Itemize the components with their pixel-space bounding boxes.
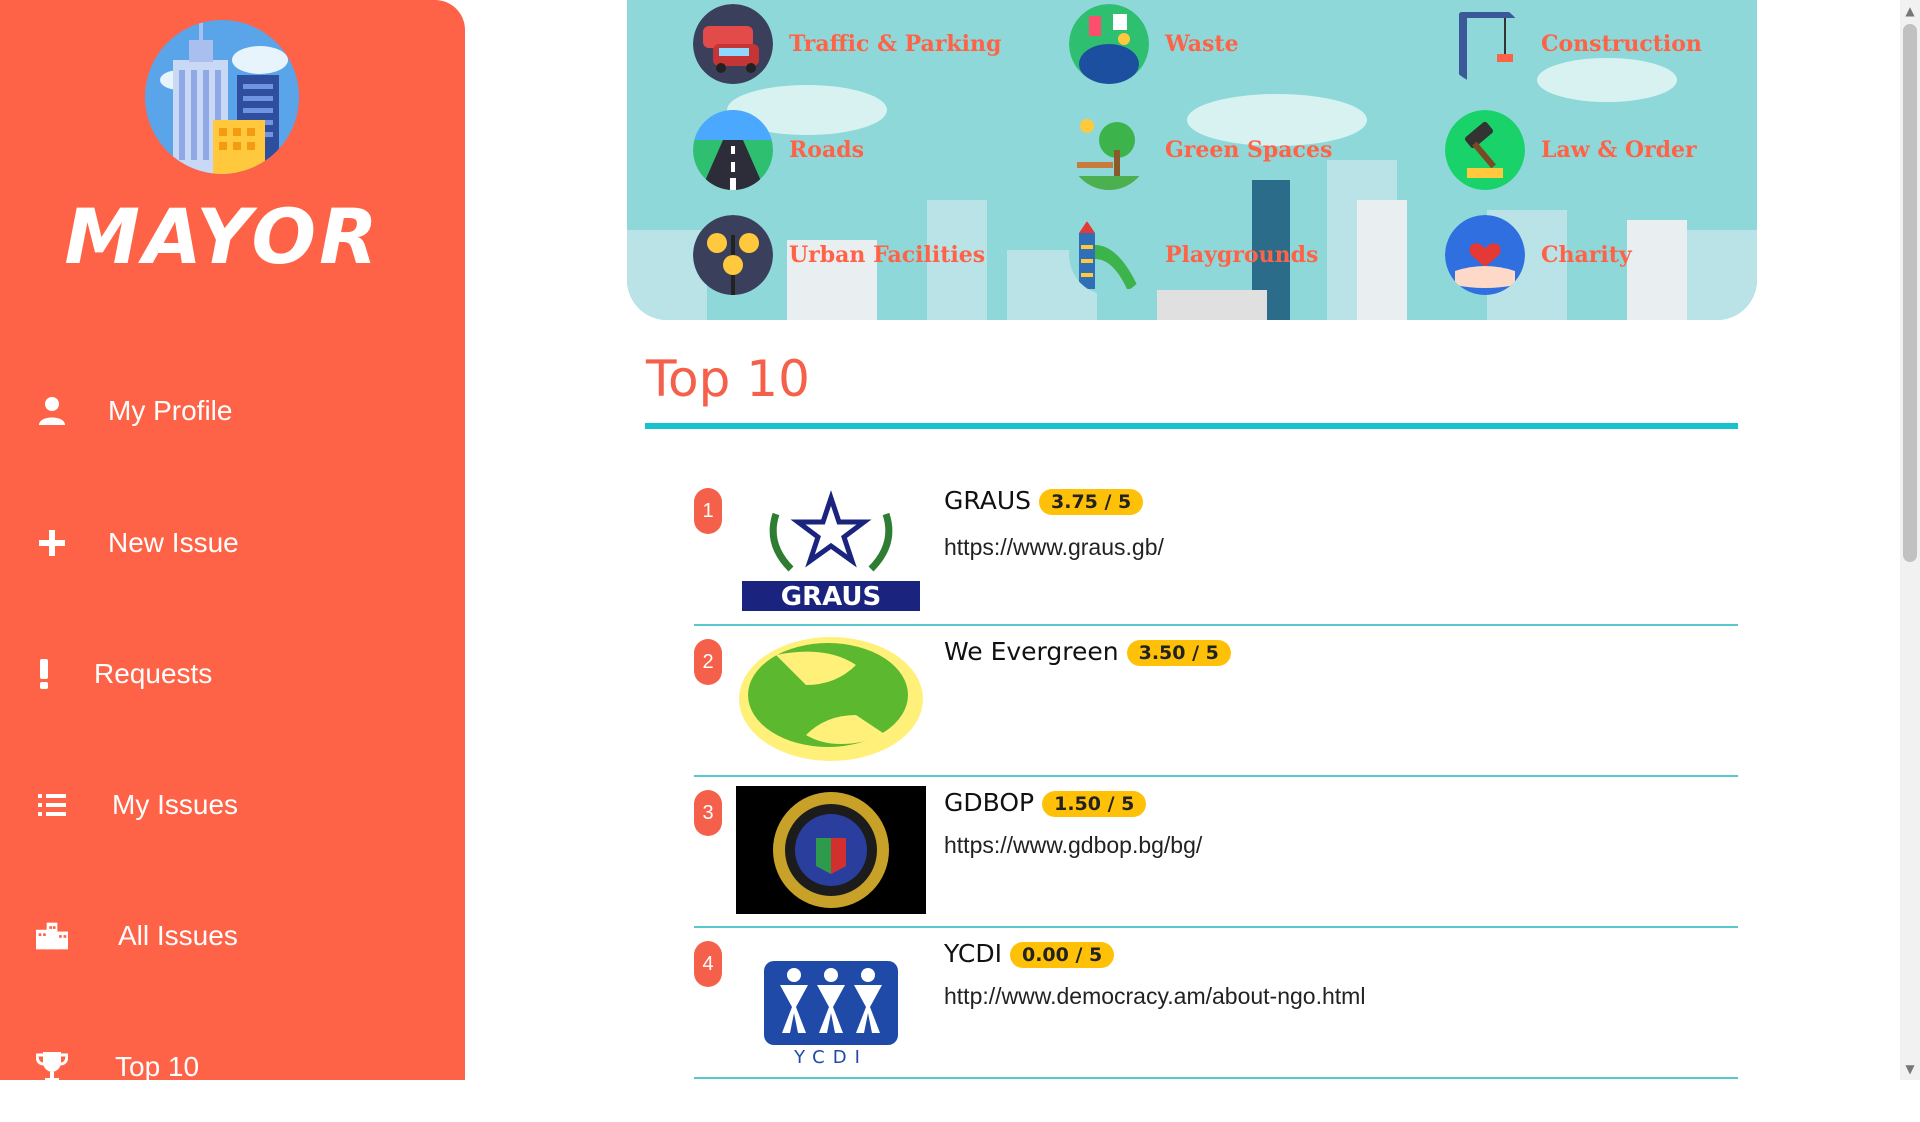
lamp-icon xyxy=(693,215,773,295)
crane-icon xyxy=(1445,4,1525,84)
category-construction[interactable]: Construction xyxy=(1445,4,1702,84)
organization-logo xyxy=(736,786,926,914)
category-traffic-parking[interactable]: Traffic & Parking xyxy=(693,4,1001,84)
organization-name: GRAUS xyxy=(944,486,1031,515)
category-law-order[interactable]: Law & Order xyxy=(1445,110,1697,190)
rank-badge: 4 xyxy=(694,941,722,987)
organization-logo: GRAUS xyxy=(736,484,926,612)
organization-logo xyxy=(736,635,926,763)
organization-name-row: We Evergreen 3.50 / 5 xyxy=(944,637,1231,666)
category-banner: Traffic & Parking Waste Construction Roa… xyxy=(627,0,1757,320)
page-title: Top 10 xyxy=(646,350,810,408)
category-label: Green Spaces xyxy=(1165,137,1333,163)
category-green-spaces[interactable]: Green Spaces xyxy=(1069,110,1332,190)
category-waste[interactable]: Waste xyxy=(1069,4,1239,84)
traffic-icon xyxy=(693,4,773,84)
title-underline xyxy=(645,423,1738,429)
sidebar-item-new-issue[interactable]: New Issue xyxy=(0,488,465,598)
sidebar-item-label: Top 10 xyxy=(115,1051,200,1082)
organization-logo-text: YCDI xyxy=(793,1047,868,1065)
organization-url[interactable]: https://www.gdbop.bg/bg/ xyxy=(944,832,1202,859)
organization-logo-text: GRAUS xyxy=(781,582,882,612)
organization-name: We Evergreen xyxy=(944,637,1119,666)
list-item[interactable]: 2 We Evergreen 3.50 / 5 xyxy=(694,625,1738,777)
sidebar-item-label: Requests xyxy=(94,658,213,689)
category-label: Urban Facilities xyxy=(789,242,986,268)
heart-hands-icon xyxy=(1445,215,1525,295)
category-label: Roads xyxy=(789,137,864,163)
organization-name-row: GDBOP 1.50 / 5 xyxy=(944,788,1147,817)
rank-badge: 2 xyxy=(694,639,722,685)
park-icon xyxy=(1069,110,1149,190)
list-item[interactable]: 4 YCDI YCDI 0.00 / 5 http://www.democracy… xyxy=(694,927,1738,1079)
category-label: Law & Order xyxy=(1541,137,1697,163)
waste-icon xyxy=(1069,4,1149,84)
sidebar-item-label: My Issues xyxy=(112,789,239,820)
organization-url[interactable]: https://www.graus.gb/ xyxy=(944,534,1164,561)
trophy-icon xyxy=(36,1051,68,1083)
scroll-down-icon[interactable]: ▼ xyxy=(1903,1062,1917,1076)
app-title: MAYOR xyxy=(64,192,381,281)
category-label: Playgrounds xyxy=(1165,242,1319,268)
sidebar-item-my-profile[interactable]: My Profile xyxy=(0,356,465,466)
rating-badge: 1.50 / 5 xyxy=(1042,791,1147,817)
category-playgrounds[interactable]: Playgrounds xyxy=(1069,215,1318,295)
scroll-up-icon[interactable]: ▲ xyxy=(1903,4,1917,18)
sidebar-item-label: All Issues xyxy=(118,920,238,951)
rating-badge: 0.00 / 5 xyxy=(1009,942,1115,968)
organization-name: GDBOP xyxy=(944,788,1035,817)
rating-badge: 3.50 / 5 xyxy=(1126,640,1231,666)
category-roads[interactable]: Roads xyxy=(693,110,864,190)
rank-badge: 1 xyxy=(694,488,722,534)
sidebar-item-label: New Issue xyxy=(108,527,239,558)
sidebar-item-top-10[interactable]: Top 10 xyxy=(0,1012,465,1122)
rank-badge: 3 xyxy=(694,790,722,836)
organization-logo: YCDI xyxy=(736,937,926,1068)
list-icon xyxy=(36,789,68,821)
road-icon xyxy=(693,110,773,190)
rating-badge: 3.75 / 5 xyxy=(1039,489,1144,515)
gavel-icon xyxy=(1445,110,1525,190)
category-label: Waste xyxy=(1165,31,1239,57)
city-icon xyxy=(36,920,68,952)
sidebar-item-requests[interactable]: Requests xyxy=(0,619,465,729)
category-charity[interactable]: Charity xyxy=(1445,215,1632,295)
list-item[interactable]: 3 GDBOP 1.50 / 5 https://www.gdbop.bg/bg/ xyxy=(694,776,1738,928)
exclamation-icon xyxy=(28,658,60,690)
category-urban-facilities[interactable]: Urban Facilities xyxy=(693,215,985,295)
sidebar-item-label: My Profile xyxy=(108,395,233,426)
sidebar: MAYOR My Profile New Issue Requests My I… xyxy=(0,0,465,1082)
scrollbar-thumb[interactable] xyxy=(1903,24,1917,562)
plus-icon xyxy=(36,527,68,559)
category-label: Construction xyxy=(1541,31,1702,57)
organization-name-row: GRAUS 3.75 / 5 xyxy=(944,486,1144,515)
list-item[interactable]: 1 GRAUS GRAUS 3.75 / 5 https://www.graus.… xyxy=(694,474,1738,626)
user-icon xyxy=(36,395,68,427)
organization-name-row: YCDI 0.00 / 5 xyxy=(944,939,1115,968)
organization-url[interactable]: http://www.democracy.am/about-ngo.html xyxy=(944,983,1365,1010)
slide-icon xyxy=(1069,215,1149,295)
category-label: Charity xyxy=(1541,242,1632,268)
sidebar-item-my-issues[interactable]: My Issues xyxy=(0,750,465,860)
city-logo xyxy=(145,20,299,174)
organization-name: YCDI xyxy=(944,939,1002,968)
category-label: Traffic & Parking xyxy=(789,31,1002,57)
sidebar-item-all-issues[interactable]: All Issues xyxy=(0,881,465,991)
